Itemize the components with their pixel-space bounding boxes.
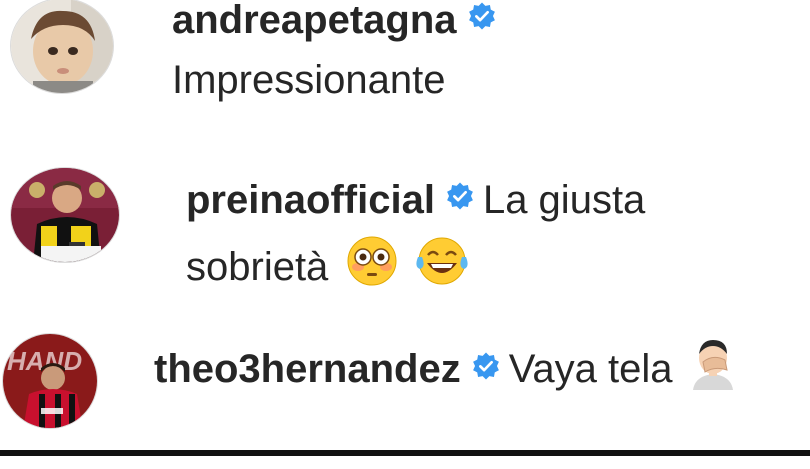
avatar[interactable]: HAND: [2, 333, 98, 429]
comment-text: Impressionante: [172, 58, 446, 102]
flushed-face-emoji-icon: [346, 235, 398, 298]
avatar[interactable]: [10, 0, 114, 94]
username[interactable]: preinaofficial: [186, 178, 435, 222]
comment-text: La giusta: [482, 178, 646, 222]
username[interactable]: andreapetagna: [172, 0, 457, 42]
comment-text-continued: sobrietà: [186, 245, 329, 290]
avatar[interactable]: [10, 167, 120, 263]
comment-text: Vaya tela: [508, 347, 673, 392]
goalkeeper-signing-avatar-icon: [11, 168, 119, 262]
bottom-edge-bar: [0, 450, 810, 456]
verified-badge-icon: [471, 344, 501, 392]
verified-badge-icon: [445, 174, 475, 222]
tears-of-joy-emoji-icon: [414, 235, 470, 298]
facepalm-emoji-icon: [687, 336, 739, 401]
username[interactable]: theo3hernandez: [154, 347, 461, 391]
baby-photo-avatar-icon: [11, 0, 113, 93]
milan-player-avatar-icon: HAND: [3, 334, 97, 428]
verified-badge-icon: [467, 0, 497, 42]
